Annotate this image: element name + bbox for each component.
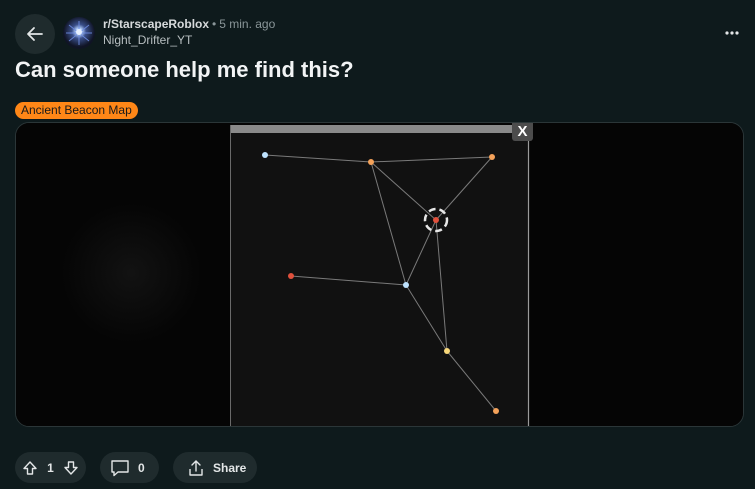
starburst-icon <box>66 21 92 45</box>
map-node[interactable] <box>489 154 495 160</box>
share-button[interactable]: Share <box>173 452 257 483</box>
arrow-left-icon <box>27 27 43 41</box>
comments-button[interactable]: 0 <box>100 452 159 483</box>
more-options-button[interactable] <box>721 22 743 44</box>
vote-count: 1 <box>47 460 54 475</box>
subreddit-avatar[interactable] <box>63 17 95 49</box>
map-close-label: X <box>517 123 527 140</box>
post-image[interactable]: X <box>15 122 744 427</box>
arrow-down-icon <box>64 460 78 475</box>
post-title[interactable]: Can someone help me find this? <box>15 57 354 83</box>
map-panel <box>230 125 528 426</box>
post-actions: 1 0 Share <box>15 452 257 483</box>
map-panel-titlebar <box>230 125 526 133</box>
map-node[interactable] <box>444 348 450 354</box>
map-node[interactable] <box>368 159 374 165</box>
share-label: Share <box>213 460 247 475</box>
post-timestamp: 5 min. ago <box>219 17 276 31</box>
author-link[interactable]: Night_Drifter_YT <box>103 33 275 48</box>
arrow-up-icon <box>23 460 37 475</box>
upvote-button[interactable] <box>22 460 38 476</box>
map-node[interactable] <box>403 282 409 288</box>
map-node[interactable] <box>493 408 499 414</box>
subreddit-link[interactable]: r/StarscapeRoblox <box>103 17 209 31</box>
map-node[interactable] <box>262 152 268 158</box>
post-flair[interactable]: Ancient Beacon Map <box>15 102 138 119</box>
downvote-button[interactable] <box>63 460 79 476</box>
ellipsis-icon <box>725 31 739 35</box>
beacon-map-screenshot: X <box>16 123 743 426</box>
map-node[interactable] <box>288 273 294 279</box>
comment-icon <box>111 459 129 476</box>
map-close-button[interactable]: X <box>512 123 533 141</box>
back-button[interactable] <box>15 14 55 54</box>
map-node-current[interactable] <box>433 217 439 223</box>
comment-count: 0 <box>138 460 145 475</box>
vote-group: 1 <box>15 452 86 483</box>
share-icon <box>189 459 203 476</box>
post-meta: r/StarscapeRoblox • 5 min. ago Night_Drift… <box>103 17 275 48</box>
meta-separator: • <box>212 17 217 31</box>
